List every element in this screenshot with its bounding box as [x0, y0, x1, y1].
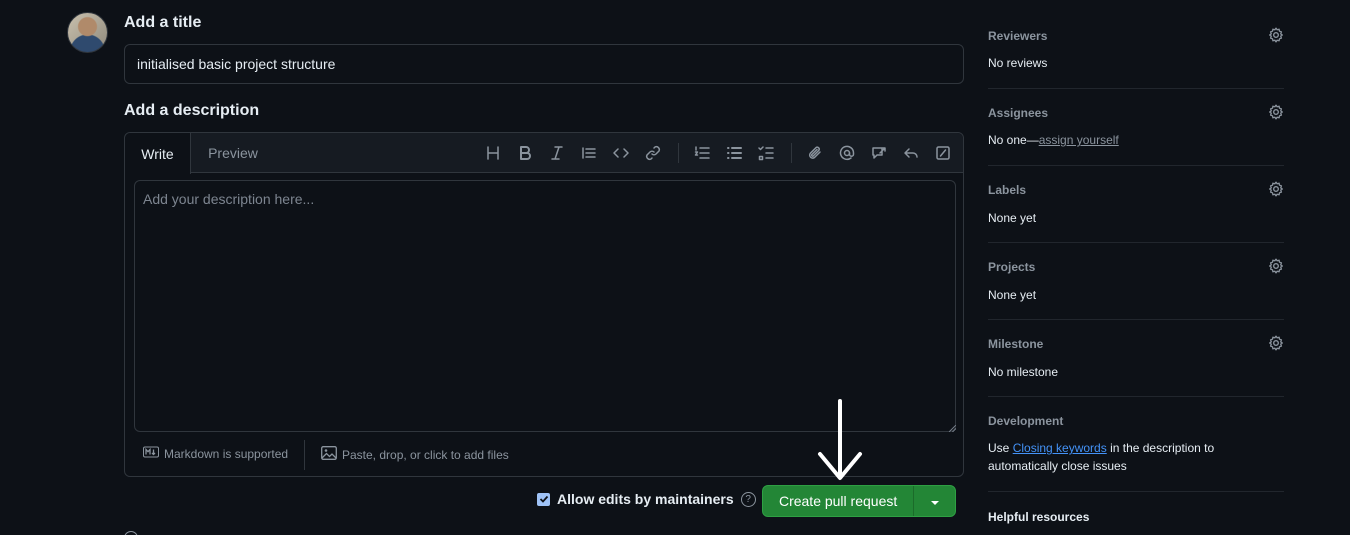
development-prefix: Use	[988, 441, 1013, 455]
reviewers-gear-icon[interactable]	[1268, 27, 1284, 43]
milestone-gear-icon[interactable]	[1268, 335, 1284, 351]
projects-value: None yet	[988, 288, 1037, 302]
annotation-arrow-icon	[818, 399, 862, 480]
reviewers-value: No reviews	[988, 56, 1048, 70]
attach-label: Paste, drop, or click to add files	[342, 447, 509, 462]
title-input[interactable]: initialised basic project structure	[124, 44, 964, 84]
projects-gear-icon[interactable]	[1268, 258, 1284, 274]
quote-icon[interactable]	[577, 141, 601, 165]
sidebar-development: Development Use Closing keywords in the …	[988, 414, 1284, 492]
sidebar-assignees: Assignees No one—assign yourself	[988, 104, 1284, 166]
tab-preview[interactable]: Preview	[191, 133, 275, 173]
projects-heading[interactable]: Projects	[988, 260, 1035, 274]
tab-write[interactable]: Write	[125, 133, 191, 174]
labels-heading[interactable]: Labels	[988, 183, 1026, 197]
task-list-icon[interactable]	[754, 141, 778, 165]
create-pr-dropdown-button[interactable]	[914, 486, 955, 516]
reviewers-heading[interactable]: Reviewers	[988, 29, 1047, 43]
description-textarea[interactable]: Add your description here...	[134, 180, 956, 432]
sidebar-milestone: Milestone No milestone	[988, 335, 1284, 397]
reference-icon[interactable]	[867, 141, 891, 165]
ordered-list-icon[interactable]	[690, 141, 714, 165]
unordered-list-icon[interactable]	[722, 141, 746, 165]
mention-icon[interactable]	[835, 141, 859, 165]
link-icon[interactable]	[641, 141, 665, 165]
bold-icon[interactable]	[513, 141, 537, 165]
closing-keywords-link[interactable]: Closing keywords	[1013, 441, 1107, 455]
markdown-supported[interactable]: Markdown is supported	[143, 446, 288, 461]
info-circle-icon	[124, 531, 138, 535]
labels-value: None yet	[988, 211, 1037, 225]
caret-down-icon	[930, 493, 940, 509]
sidebar-projects: Projects None yet	[988, 258, 1284, 320]
sidebar-labels: Labels None yet	[988, 181, 1284, 243]
assignees-gear-icon[interactable]	[1268, 104, 1284, 120]
create-pull-request-button[interactable]: Create pull request	[763, 486, 915, 516]
markdown-icon	[143, 446, 159, 461]
description-heading: Add a description	[124, 102, 260, 119]
helpful-heading: Helpful resources	[988, 510, 1090, 524]
allow-edits-checkbox[interactable]	[537, 492, 550, 506]
heading-icon[interactable]	[481, 141, 505, 165]
assignees-heading[interactable]: Assignees	[988, 106, 1048, 120]
italic-icon[interactable]	[545, 141, 569, 165]
development-value: Use Closing keywords in the description …	[988, 439, 1228, 475]
title-heading: Add a title	[124, 14, 202, 31]
user-avatar[interactable]	[67, 12, 108, 53]
assignees-none: No one—	[988, 133, 1039, 147]
create-pull-request-group: Create pull request	[762, 485, 956, 517]
development-heading: Development	[988, 414, 1064, 428]
editor-toolbar: Write Preview	[125, 133, 963, 174]
sidebar-reviewers: Reviewers No reviews	[988, 27, 1284, 89]
assign-yourself-link[interactable]: assign yourself	[1039, 133, 1119, 147]
allow-edits: Allow edits by maintainers ?	[537, 491, 756, 507]
resize-handle[interactable]	[949, 425, 956, 432]
labels-gear-icon[interactable]	[1268, 181, 1284, 197]
attach-files[interactable]: Paste, drop, or click to add files	[321, 446, 509, 463]
code-icon[interactable]	[609, 141, 633, 165]
attach-icon[interactable]	[803, 141, 827, 165]
assignees-value: No one—assign yourself	[988, 131, 1119, 149]
markdown-label: Markdown is supported	[164, 446, 289, 461]
milestone-value: No milestone	[988, 365, 1059, 379]
milestone-heading[interactable]: Milestone	[988, 337, 1043, 351]
slash-command-icon[interactable]	[931, 141, 955, 165]
help-icon[interactable]: ?	[740, 491, 756, 507]
reply-icon[interactable]	[899, 141, 923, 165]
allow-edits-label[interactable]: Allow edits by maintainers	[557, 491, 734, 507]
image-icon	[321, 446, 337, 463]
